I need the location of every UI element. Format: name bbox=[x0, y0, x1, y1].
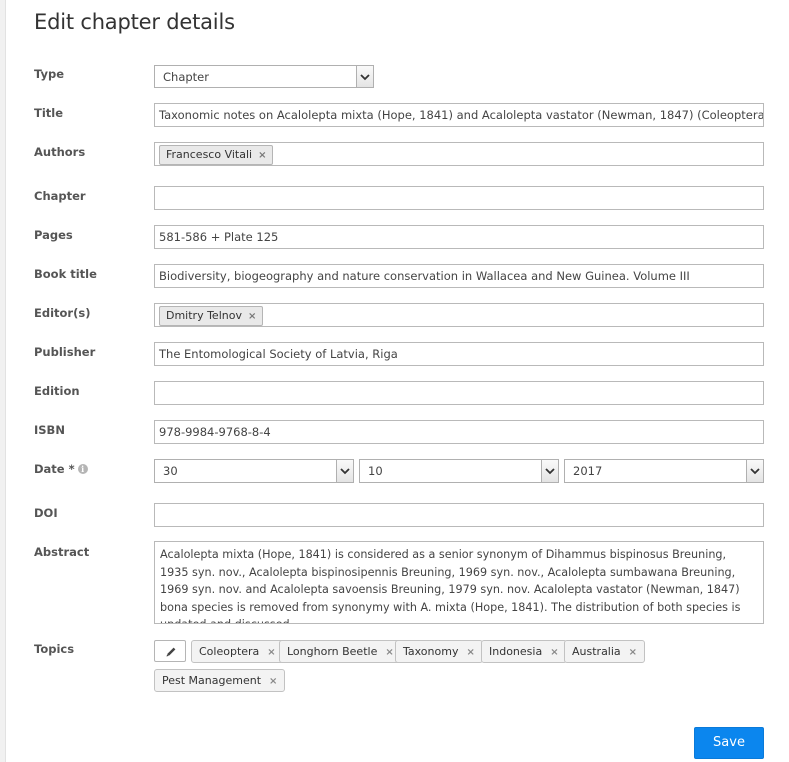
book-title-label: Book title bbox=[34, 267, 97, 281]
abstract-label: Abstract bbox=[34, 545, 90, 559]
type-label: Type bbox=[34, 67, 65, 81]
title-input[interactable]: Taxonomic notes on Acalolepta mixta (Hop… bbox=[154, 103, 764, 127]
topic-tag: Pest Management × bbox=[154, 669, 286, 692]
edit-topics-button[interactable] bbox=[154, 640, 186, 662]
edition-input[interactable] bbox=[154, 381, 764, 405]
pages-label: Pages bbox=[34, 228, 73, 242]
chapter-input[interactable] bbox=[154, 186, 764, 210]
topic-tag-label: Coleoptera bbox=[199, 645, 260, 658]
remove-tag-icon[interactable]: × bbox=[466, 647, 474, 658]
authors-label: Authors bbox=[34, 145, 86, 159]
abstract-textarea[interactable]: Acalolepta mixta (Hope, 1841) is conside… bbox=[154, 541, 764, 624]
chevron-down-icon bbox=[746, 460, 763, 482]
remove-tag-icon[interactable]: × bbox=[248, 311, 256, 322]
authors-input[interactable]: Francesco Vitali × bbox=[154, 142, 764, 166]
remove-tag-icon[interactable]: × bbox=[267, 647, 275, 658]
topic-tag: Indonesia × bbox=[481, 640, 567, 663]
topic-tag-label: Taxonomy bbox=[403, 645, 459, 658]
type-select[interactable]: Chapter bbox=[154, 65, 374, 88]
save-button[interactable]: Save bbox=[694, 727, 764, 759]
edition-label: Edition bbox=[34, 384, 80, 398]
editor-tag: Dmitry Telnov × bbox=[159, 306, 264, 326]
remove-tag-icon[interactable]: × bbox=[258, 150, 266, 161]
isbn-input[interactable]: 978-9984-9768-8-4 bbox=[154, 420, 764, 444]
title-label: Title bbox=[34, 106, 64, 120]
publisher-label: Publisher bbox=[34, 345, 96, 359]
topic-tag-label: Australia bbox=[572, 645, 621, 658]
author-tag: Francesco Vitali × bbox=[159, 145, 274, 165]
pages-input[interactable]: 581-586 + Plate 125 bbox=[154, 225, 764, 249]
type-select-value: Chapter bbox=[163, 70, 209, 84]
chevron-down-icon bbox=[336, 460, 353, 482]
page-title: Edit chapter details bbox=[34, 10, 235, 34]
author-tag-label: Francesco Vitali bbox=[166, 148, 253, 161]
book-title-input[interactable]: Biodiversity, biogeography and nature co… bbox=[154, 264, 764, 288]
chevron-down-icon bbox=[356, 66, 373, 87]
topic-tag-label: Pest Management bbox=[162, 674, 262, 687]
remove-tag-icon[interactable]: × bbox=[550, 647, 558, 658]
remove-tag-icon[interactable]: × bbox=[629, 647, 637, 658]
topic-tag: Australia × bbox=[564, 640, 646, 663]
date-day-select[interactable]: 30 bbox=[154, 459, 354, 483]
topics-label: Topics bbox=[34, 642, 75, 656]
date-day-value: 30 bbox=[163, 464, 178, 478]
doi-input[interactable] bbox=[154, 503, 764, 527]
date-year-value: 2017 bbox=[573, 464, 603, 478]
remove-tag-icon[interactable]: × bbox=[385, 647, 393, 658]
date-year-select[interactable]: 2017 bbox=[564, 459, 764, 483]
date-month-value: 10 bbox=[368, 464, 383, 478]
date-label: Date * i bbox=[34, 462, 88, 476]
chapter-label: Chapter bbox=[34, 189, 86, 203]
topic-tag: Taxonomy × bbox=[395, 640, 483, 663]
remove-tag-icon[interactable]: × bbox=[269, 676, 277, 687]
doi-label: DOI bbox=[34, 506, 58, 520]
chevron-down-icon bbox=[541, 460, 558, 482]
editor-tag-label: Dmitry Telnov bbox=[166, 309, 242, 322]
date-label-text: Date * bbox=[34, 462, 75, 476]
topic-tag: Longhorn Beetle × bbox=[279, 640, 402, 663]
topic-tag: Coleoptera × bbox=[191, 640, 284, 663]
publisher-input[interactable]: The Entomological Society of Latvia, Rig… bbox=[154, 342, 764, 366]
editors-label: Editor(s) bbox=[34, 306, 91, 320]
left-edge-border bbox=[0, 0, 6, 762]
topic-tag-label: Longhorn Beetle bbox=[287, 645, 378, 658]
date-month-select[interactable]: 10 bbox=[359, 459, 559, 483]
info-icon[interactable]: i bbox=[77, 464, 88, 474]
editors-input[interactable]: Dmitry Telnov × bbox=[154, 303, 764, 327]
isbn-label: ISBN bbox=[34, 423, 65, 437]
topic-tag-label: Indonesia bbox=[489, 645, 543, 658]
